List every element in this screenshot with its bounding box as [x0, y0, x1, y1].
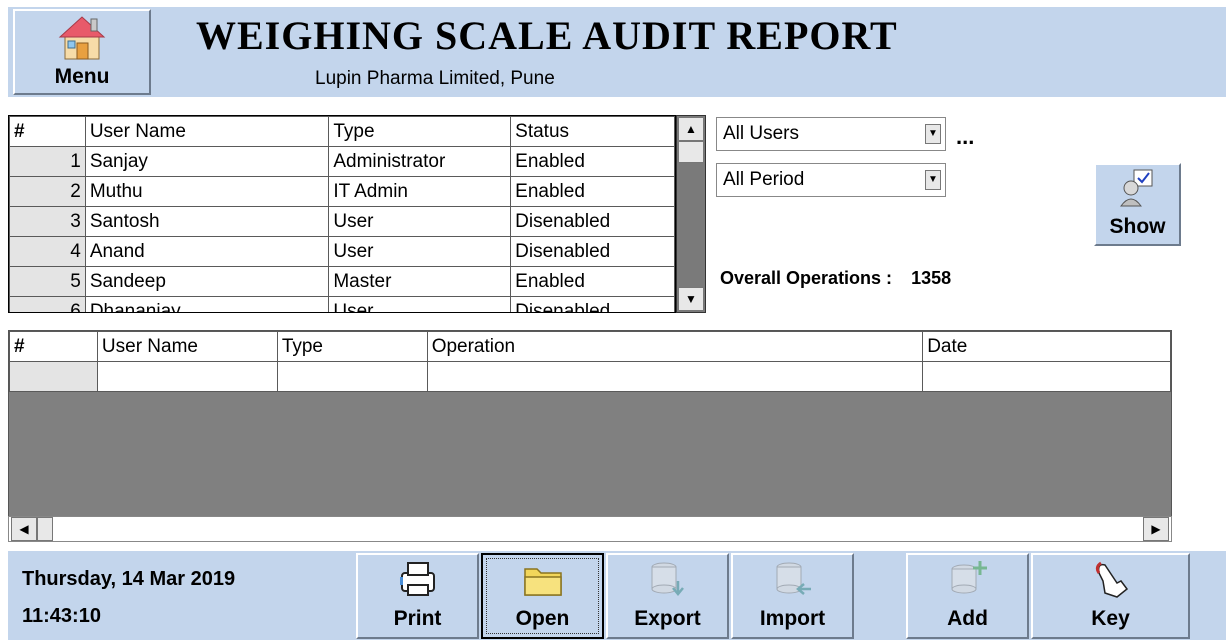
col-header-type[interactable]: Type — [276, 331, 428, 362]
operations-table: # User Name Type Operation Date — [9, 331, 1171, 392]
user-status-cell: Enabled — [510, 176, 675, 207]
overall-operations-value: 1358 — [911, 268, 952, 288]
export-button[interactable]: Export — [606, 553, 729, 639]
user-name-cell: Muthu — [84, 176, 330, 207]
user-name-cell: Sandeep — [84, 266, 330, 297]
page-title: WEIGHING SCALE AUDIT REPORT — [196, 13, 898, 58]
user-report-icon — [1120, 169, 1153, 207]
key-label: Key — [1091, 607, 1130, 630]
col-header-type[interactable]: Type — [328, 116, 512, 147]
table-row[interactable]: 2 Muthu IT Admin Enabled — [9, 176, 675, 207]
folder-icon — [523, 568, 562, 596]
row-index: 4 — [9, 236, 86, 267]
col-header-status[interactable]: Status — [510, 116, 675, 147]
user-status-cell: Disenabled — [510, 236, 675, 267]
user-status-cell: Enabled — [510, 146, 675, 177]
col-header-user-name[interactable]: User Name — [96, 331, 278, 362]
row-index: 6 — [9, 296, 86, 312]
show-button[interactable]: Show — [1094, 163, 1181, 246]
operations-header-row: # User Name Type Operation Date — [9, 331, 1171, 362]
import-button[interactable]: Import — [731, 553, 854, 639]
current-time: 11:43:10 — [22, 605, 101, 627]
user-status-cell: Disenabled — [510, 296, 675, 312]
database-import-icon — [776, 562, 811, 595]
scrollbar-thumb[interactable] — [678, 141, 704, 163]
user-name-cell: Dhananjay — [84, 296, 330, 312]
more-options-button[interactable]: ... — [956, 124, 974, 150]
period-filter-value: All Period — [723, 169, 805, 190]
table-row[interactable]: 5 Sandeep Master Enabled — [9, 266, 675, 297]
user-type-cell: Administrator — [328, 146, 512, 177]
user-type-cell: Master — [328, 266, 512, 297]
scroll-up-arrow-icon[interactable]: ▲ — [678, 117, 704, 141]
users-grid[interactable]: # User Name Type Status 1 Sanjay Adminis… — [8, 115, 676, 313]
operations-grid[interactable]: # User Name Type Operation Date — [8, 330, 1172, 540]
chevron-down-icon[interactable]: ▼ — [925, 124, 941, 144]
table-row[interactable]: 1 Sanjay Administrator Enabled — [9, 146, 675, 177]
add-label: Add — [947, 607, 988, 630]
printer-icon — [399, 562, 435, 596]
open-label: Open — [515, 607, 570, 630]
user-type-cell: User — [328, 206, 512, 237]
database-add-icon — [951, 561, 987, 594]
col-header-operation[interactable]: Operation — [426, 331, 924, 362]
user-status-cell: Disenabled — [510, 206, 675, 237]
users-filter-select[interactable]: All Users ▼ — [716, 117, 946, 151]
op-operation-cell — [426, 361, 924, 392]
chevron-down-icon[interactable]: ▼ — [925, 170, 941, 190]
row-index: 3 — [9, 206, 86, 237]
col-header-index[interactable]: # — [9, 331, 98, 362]
print-button[interactable]: Print — [356, 553, 479, 639]
user-type-cell: User — [328, 236, 512, 267]
user-name-cell: Sanjay — [84, 146, 330, 177]
op-user-cell — [96, 361, 278, 392]
key-button[interactable]: Key — [1031, 553, 1190, 639]
users-table-panel: # User Name Type Status 1 Sanjay Adminis… — [8, 115, 708, 315]
users-filter-value: All Users — [723, 123, 800, 144]
show-label: Show — [1109, 215, 1166, 238]
user-type-cell: User — [328, 296, 512, 312]
scroll-left-arrow-icon[interactable]: ◀ — [11, 517, 37, 541]
scroll-down-arrow-icon[interactable]: ▼ — [678, 287, 704, 311]
import-label: Import — [759, 607, 826, 630]
users-table: # User Name Type Status 1 Sanjay Adminis… — [9, 116, 675, 312]
period-filter-select[interactable]: All Period ▼ — [716, 163, 946, 197]
menu-label: Menu — [54, 65, 110, 88]
home-icon — [58, 16, 106, 60]
current-date: Thursday, 14 Mar 2019 — [22, 568, 236, 590]
users-header-row: # User Name Type Status — [9, 116, 675, 147]
print-label: Print — [393, 607, 442, 630]
overall-operations-label: Overall Operations : — [720, 268, 893, 288]
user-name-cell: Santosh — [84, 206, 330, 237]
scroll-right-arrow-icon[interactable]: ▶ — [1143, 517, 1169, 541]
col-header-date[interactable]: Date — [922, 331, 1171, 362]
row-index: 2 — [9, 176, 86, 207]
hand-pointer-icon — [1095, 561, 1128, 598]
overall-operations: Overall Operations : 1358 — [720, 268, 951, 289]
add-button[interactable]: Add — [906, 553, 1029, 639]
menu-button[interactable]: Menu — [13, 9, 151, 95]
user-type-cell: IT Admin — [328, 176, 512, 207]
export-label: Export — [634, 607, 701, 630]
col-header-user-name[interactable]: User Name — [84, 116, 330, 147]
open-button[interactable]: Open — [481, 553, 604, 639]
row-index — [9, 361, 98, 392]
operations-horizontal-scrollbar[interactable]: ◀ ▶ — [8, 516, 1172, 542]
table-row[interactable]: 3 Santosh User Disenabled — [9, 206, 675, 237]
user-name-cell: Anand — [84, 236, 330, 267]
scrollbar-thumb[interactable] — [37, 517, 53, 541]
user-status-cell: Enabled — [510, 266, 675, 297]
users-vertical-scrollbar[interactable]: ▲ ▼ — [676, 115, 706, 313]
database-export-icon — [651, 562, 684, 596]
table-row[interactable] — [9, 361, 1171, 392]
op-date-cell — [922, 361, 1171, 392]
op-type-cell — [276, 361, 428, 392]
page-subtitle: Lupin Pharma Limited, Pune — [315, 68, 555, 89]
col-header-index[interactable]: # — [9, 116, 86, 147]
row-index: 5 — [9, 266, 86, 297]
row-index: 1 — [9, 146, 86, 177]
table-row[interactable]: 4 Anand User Disenabled — [9, 236, 675, 267]
table-row[interactable]: 6 Dhananjay User Disenabled — [9, 296, 675, 312]
